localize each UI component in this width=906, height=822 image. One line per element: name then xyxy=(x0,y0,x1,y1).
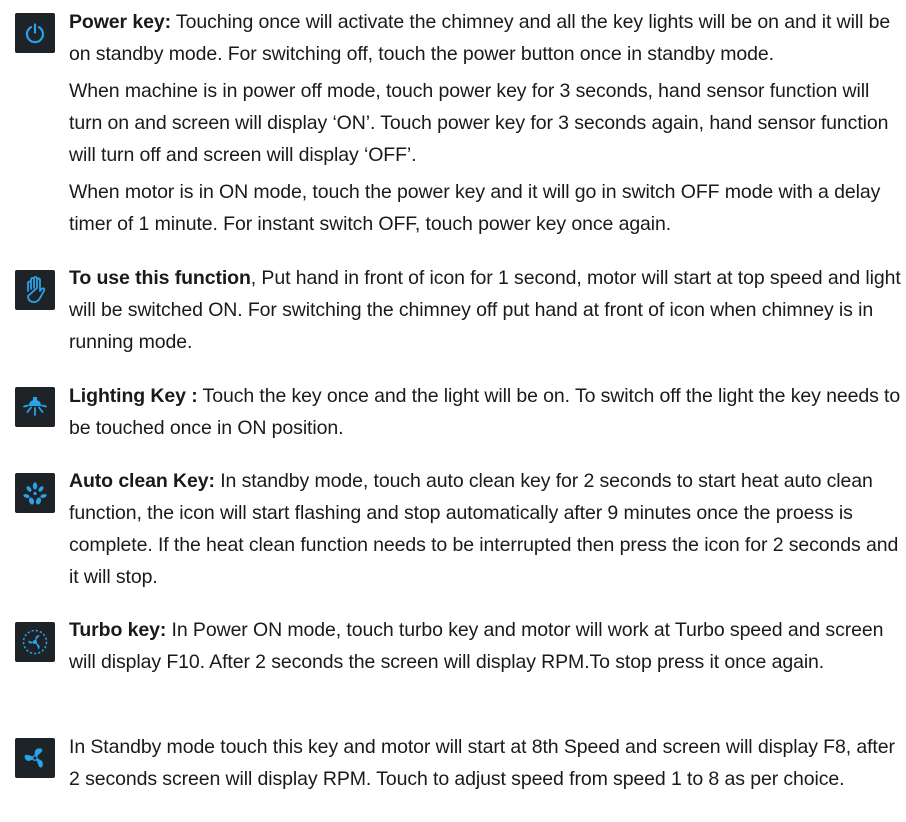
fan-speed-icon xyxy=(15,738,55,778)
power-key-paragraph-1: Power key: Touching once will activate t… xyxy=(69,11,891,65)
hand-sensor-title: To use this function xyxy=(69,267,251,289)
lighting-key-title: Lighting Key : xyxy=(69,385,198,407)
turbo-icon xyxy=(15,622,55,662)
power-key-paragraph-3: When motor is in ON mode, touch the powe… xyxy=(69,181,881,235)
turbo-key-title: Turbo key: xyxy=(69,619,167,641)
turbo-key-paragraph: Turbo key: In Power ON mode, touch turbo… xyxy=(69,619,884,673)
auto-clean-title: Auto clean Key: xyxy=(69,470,215,492)
light-icon xyxy=(15,387,55,427)
hand-sensor-paragraph: To use this function, Put hand in front … xyxy=(69,267,901,353)
auto-clean-icon xyxy=(15,473,55,513)
auto-clean-paragraph: Auto clean Key: In standby mode, touch a… xyxy=(69,470,899,588)
power-key-paragraph-2: When machine is in power off mode, touch… xyxy=(69,80,889,166)
lighting-key-paragraph: Lighting Key : Touch the key once and th… xyxy=(69,385,901,439)
fan-speed-paragraph: In Standby mode touch this key and motor… xyxy=(69,736,895,790)
power-key-title: Power key: xyxy=(69,11,171,33)
power-icon xyxy=(15,13,55,53)
hand-icon xyxy=(15,270,55,310)
